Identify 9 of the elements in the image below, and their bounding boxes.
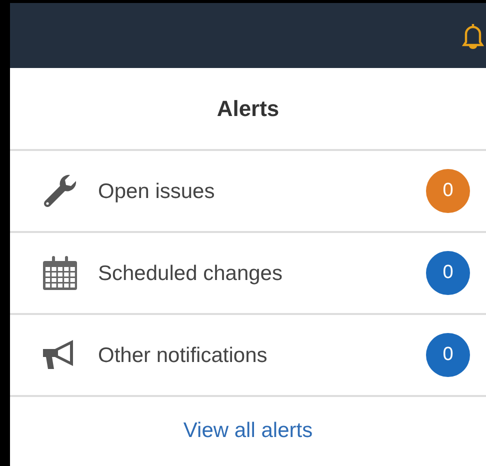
count-badge: 0 [426,251,470,296]
panel-title: Alerts [10,68,486,152]
count-badge: 0 [426,169,470,214]
view-all-link[interactable]: View all alerts [183,415,313,447]
bell-icon[interactable] [462,22,484,50]
count-badge: 0 [426,333,470,378]
alert-label[interactable]: Open issues [98,176,426,208]
alert-label[interactable]: Other notifications [98,340,426,372]
alert-label[interactable]: Scheduled changes [98,258,426,290]
